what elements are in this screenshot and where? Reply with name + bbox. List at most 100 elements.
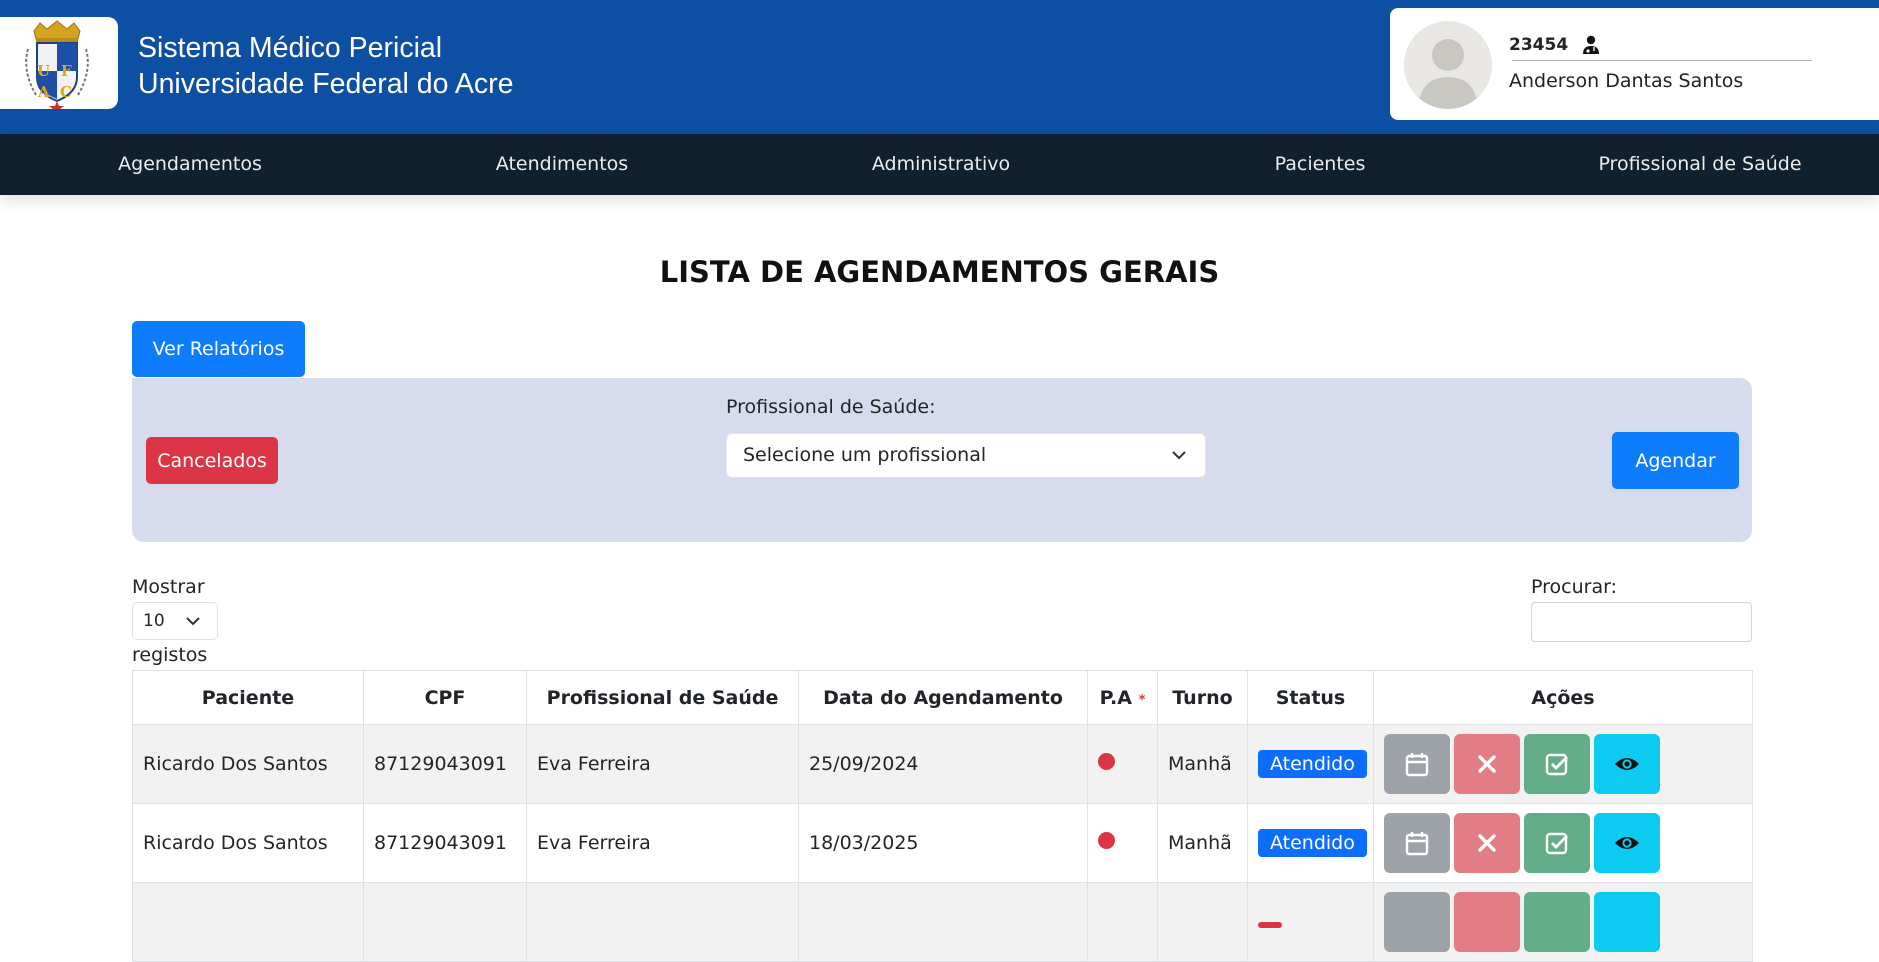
shift-cell: Manhã: [1157, 724, 1248, 804]
date-cell: [798, 882, 1088, 962]
cancelled-button[interactable]: Cancelados: [146, 437, 278, 484]
column-header-acoes: Ações: [1373, 670, 1753, 725]
app-title-line1: Sistema Médico Pericial: [138, 32, 443, 64]
logo-letter-f: F: [61, 62, 72, 80]
cpf-cell: [363, 882, 527, 962]
confirm-attendance-button[interactable]: [1524, 734, 1590, 794]
search-label: Procurar:: [1531, 576, 1617, 598]
ufac-logo[interactable]: U F A C: [0, 17, 118, 109]
view-details-button[interactable]: [1594, 892, 1660, 952]
patient-cell: [132, 882, 364, 962]
column-header-profissional[interactable]: Profissional de Saúde: [526, 670, 799, 725]
confirm-attendance-button[interactable]: [1524, 813, 1590, 873]
nav-item-profissional-saude[interactable]: Profissional de Saúde: [1510, 134, 1879, 195]
cpf-cell: 87129043091: [363, 803, 527, 883]
professional-cell: Eva Ferreira: [526, 803, 799, 883]
row-actions: [1384, 734, 1742, 794]
actions-cell: [1373, 803, 1753, 883]
appointments-table: Paciente CPF Profissional de Saúde Data …: [132, 670, 1753, 962]
close-icon: [1478, 755, 1496, 773]
shift-cell: Manhã: [1157, 803, 1248, 883]
date-cell: 18/03/2025: [798, 803, 1088, 883]
cancel-appointment-button[interactable]: [1454, 734, 1520, 794]
top-header: U F A C Sistema Médico Pericial Universi…: [0, 0, 1879, 134]
app-title-line2: Universidade Federal do Acre: [138, 68, 514, 100]
nav-item-pacientes[interactable]: Pacientes: [1130, 134, 1510, 195]
avatar-placeholder-icon: [1404, 21, 1492, 109]
page-length-value: 10: [143, 611, 165, 631]
app-title: Sistema Médico Pericial Universidade Fed…: [138, 30, 513, 102]
professional-filter-label: Profissional de Saúde:: [726, 396, 936, 418]
reschedule-button[interactable]: [1384, 813, 1450, 873]
search-input[interactable]: [1531, 602, 1752, 642]
schedule-button[interactable]: Agendar: [1612, 432, 1739, 489]
nav-item-atendimentos[interactable]: Atendimentos: [372, 134, 752, 195]
cancel-appointment-button[interactable]: [1454, 892, 1520, 952]
eye-icon: [1615, 758, 1639, 770]
status-cell: [1247, 882, 1374, 962]
status-cell: Atendido: [1247, 803, 1374, 883]
nav-item-administrativo[interactable]: Administrativo: [751, 134, 1131, 195]
view-details-button[interactable]: [1594, 813, 1660, 873]
pa-header-label: P.A: [1099, 686, 1132, 709]
pa-indicator-dot: [1098, 753, 1115, 770]
view-details-button[interactable]: [1594, 734, 1660, 794]
logo-letter-u: U: [37, 62, 51, 80]
user-name: Anderson Dantas Santos: [1509, 70, 1744, 92]
view-reports-button[interactable]: Ver Relatórios: [132, 321, 305, 377]
confirm-attendance-button[interactable]: [1524, 892, 1590, 952]
ufac-crest-icon: [25, 20, 89, 109]
table-row: Ricardo Dos Santos 87129043091 Eva Ferre…: [132, 724, 1753, 804]
pa-cell: [1087, 803, 1158, 883]
close-icon: [1478, 834, 1496, 852]
reschedule-button[interactable]: [1384, 892, 1450, 952]
check-square-icon: [1545, 753, 1568, 776]
pa-cell: [1087, 882, 1158, 962]
column-header-data[interactable]: Data do Agendamento: [798, 670, 1088, 725]
records-label: registos: [132, 644, 208, 666]
professional-select[interactable]: Selecione um profissional: [726, 433, 1206, 478]
cancel-appointment-button[interactable]: [1454, 813, 1520, 873]
table-header-row: Paciente CPF Profissional de Saúde Data …: [132, 670, 1753, 725]
table-row: Ricardo Dos Santos 87129043091 Eva Ferre…: [132, 803, 1753, 883]
column-header-turno[interactable]: Turno: [1157, 670, 1248, 725]
avatar: [1404, 21, 1492, 109]
patient-cell: Ricardo Dos Santos: [132, 724, 364, 804]
doctor-icon: [1583, 35, 1600, 54]
pa-required-marker: *: [1138, 692, 1146, 708]
check-square-icon: [1545, 832, 1568, 855]
status-cell: Atendido: [1247, 724, 1374, 804]
pa-indicator-dot: [1098, 832, 1115, 849]
cpf-cell: 87129043091: [363, 724, 527, 804]
column-header-cpf[interactable]: CPF: [363, 670, 527, 725]
column-header-paciente[interactable]: Paciente: [132, 670, 364, 725]
status-badge: Atendido: [1258, 829, 1367, 857]
chevron-down-icon: [1172, 451, 1186, 460]
user-id-row: 23454: [1509, 35, 1600, 55]
page-title: LISTA DE AGENDAMENTOS GERAIS: [659, 255, 1220, 289]
reschedule-button[interactable]: [1384, 734, 1450, 794]
main-nav: Agendamentos Atendimentos Administrativo…: [0, 134, 1879, 195]
nav-item-agendamentos[interactable]: Agendamentos: [0, 134, 380, 195]
status-badge: [1258, 922, 1282, 928]
pa-cell: [1087, 724, 1158, 804]
table-row: [132, 882, 1753, 962]
logo-letter-a: A: [38, 83, 50, 101]
patient-cell: Ricardo Dos Santos: [132, 803, 364, 883]
professional-cell: [526, 882, 799, 962]
row-actions: [1384, 813, 1742, 873]
row-actions: [1384, 892, 1742, 952]
shift-cell: [1157, 882, 1248, 962]
column-header-pa[interactable]: P.A *: [1087, 670, 1158, 725]
eye-icon: [1615, 837, 1639, 849]
status-badge: Atendido: [1258, 750, 1367, 778]
page-length-select[interactable]: 10: [132, 602, 218, 640]
user-id: 23454: [1509, 35, 1569, 55]
date-cell: 25/09/2024: [798, 724, 1088, 804]
professional-cell: Eva Ferreira: [526, 724, 799, 804]
user-card[interactable]: 23454 Anderson Dantas Santos: [1390, 8, 1879, 120]
user-divider: [1512, 60, 1812, 61]
calendar-icon: [1405, 753, 1429, 777]
actions-cell: [1373, 882, 1753, 962]
column-header-status[interactable]: Status: [1247, 670, 1374, 725]
